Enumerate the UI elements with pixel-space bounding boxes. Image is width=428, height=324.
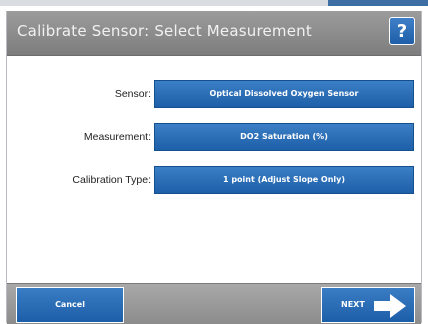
calibration-type-select-button[interactable]: 1 point (Adjust Slope Only) <box>154 166 414 194</box>
top-strip-left <box>0 0 328 6</box>
footer-bar: Cancel NEXT <box>7 283 421 324</box>
calibration-type-label: Calibration Type: <box>72 174 151 186</box>
sensor-label: Sensor: <box>114 88 151 100</box>
help-button[interactable]: ? <box>389 17 415 45</box>
next-button-label: NEXT <box>341 300 365 309</box>
cancel-button[interactable]: Cancel <box>16 287 124 323</box>
measurement-row: Measurement: DO2 Saturation (%) <box>7 123 421 153</box>
calibrate-sensor-dialog: Calibrate Sensor: Select Measurement ? S… <box>6 11 422 324</box>
top-strip <box>0 0 428 11</box>
top-strip-accent <box>328 0 428 6</box>
dialog-title: Calibrate Sensor: Select Measurement <box>17 22 312 40</box>
sensor-row: Sensor: Optical Dissolved Oxygen Sensor <box>7 80 421 110</box>
measurement-select-button[interactable]: DO2 Saturation (%) <box>154 123 414 151</box>
question-mark-icon: ? <box>396 21 408 42</box>
sensor-select-button[interactable]: Optical Dissolved Oxygen Sensor <box>154 80 414 108</box>
title-bar: Calibrate Sensor: Select Measurement ? <box>7 11 421 56</box>
measurement-label: Measurement: <box>83 131 151 143</box>
calibration-type-row: Calibration Type: 1 point (Adjust Slope … <box>7 166 421 196</box>
right-arrow-icon <box>374 294 406 318</box>
next-button[interactable]: NEXT <box>321 287 415 323</box>
